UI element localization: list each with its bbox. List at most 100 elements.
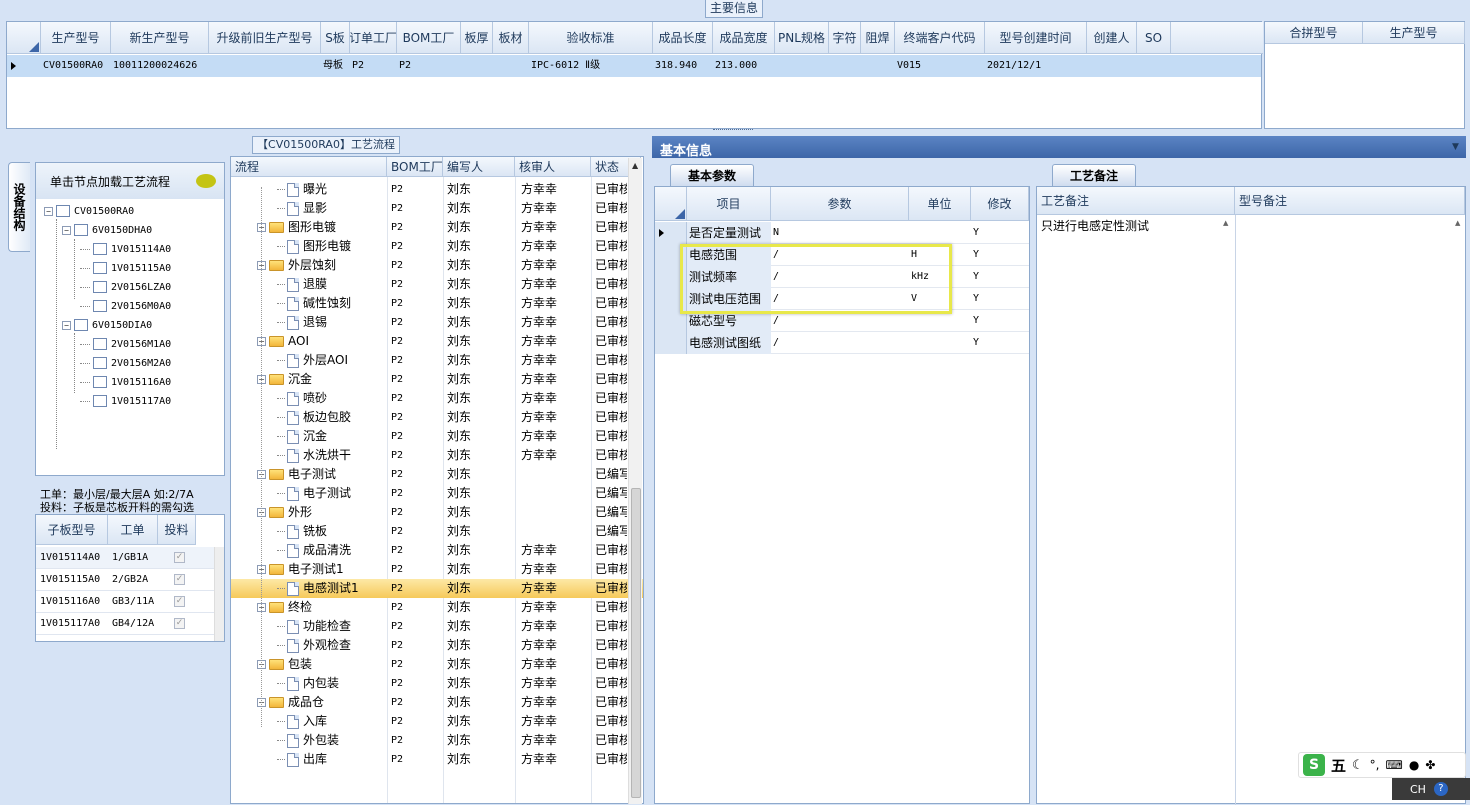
- flow-row[interactable]: 喷砂 P2 刘东 方幸幸 已审核: [231, 389, 643, 408]
- flow-step-name[interactable]: 成品清洗: [303, 543, 351, 557]
- keyboard-icon[interactable]: ⌨: [1386, 758, 1403, 772]
- tree-node-label[interactable]: 1V015117A0: [111, 396, 171, 407]
- grid-icon[interactable]: ✤: [1425, 758, 1435, 772]
- top-cell-4[interactable]: P2: [352, 56, 395, 76]
- splitter-grip[interactable]: [713, 129, 753, 133]
- flow-row[interactable]: 水洗烘干 P2 刘东 方幸幸 已审核: [231, 446, 643, 465]
- flow-step-name[interactable]: 图形电镀: [303, 239, 351, 253]
- tree-node[interactable]: 2V0156LZA0: [80, 279, 171, 297]
- flow-step-name[interactable]: 喷砂: [303, 391, 327, 405]
- sub-model[interactable]: 1V015114A0: [40, 547, 108, 569]
- top-cell-14[interactable]: V015: [897, 56, 983, 76]
- tree-node-label[interactable]: 6V0150DIA0: [92, 320, 152, 331]
- top-cell-8[interactable]: IPC-6012 Ⅱ级: [531, 56, 651, 76]
- flow-row[interactable]: 铣板 P2 刘东 已编写: [231, 522, 643, 541]
- flow-row[interactable]: 图形电镀 P2 刘东 方幸幸 已审核: [231, 237, 643, 256]
- top-data-row[interactable]: CV01500RA0 10011200024626 母板 P2 P2 IPC-6012 Ⅱ…: [7, 55, 1261, 77]
- flow-step[interactable]: 板边包胶: [277, 408, 351, 427]
- feed-checkbox[interactable]: ✓: [174, 552, 185, 563]
- tree-node[interactable]: 2V0156M2A0: [80, 355, 171, 373]
- merge-col-2[interactable]: 生产型号: [1363, 22, 1465, 44]
- flow-step[interactable]: 外包装: [277, 731, 339, 750]
- feed-checkbox[interactable]: ✓: [174, 596, 185, 607]
- ime-toolbar[interactable]: S 五 ☾ °, ⌨ ● ✤: [1298, 752, 1466, 778]
- top-col-13[interactable]: 阻焊: [861, 22, 895, 54]
- flow-row[interactable]: −成品仓 P2 刘东 方幸幸 已审核: [231, 693, 643, 712]
- flow-step[interactable]: 电感测试1: [277, 579, 359, 598]
- moon-icon[interactable]: ☾: [1352, 758, 1364, 773]
- scroll-thumb[interactable]: [631, 488, 641, 798]
- flow-step-name[interactable]: 退锡: [303, 315, 327, 329]
- flow-step-name[interactable]: 外包装: [303, 733, 339, 747]
- flow-step[interactable]: − 电子测试1: [257, 560, 344, 579]
- flow-step-name[interactable]: 外观检查: [303, 638, 351, 652]
- flow-row[interactable]: 功能检查 P2 刘东 方幸幸 已审核: [231, 617, 643, 636]
- flow-step[interactable]: − 成品仓: [257, 693, 324, 712]
- sub-order[interactable]: GB4/12A: [112, 613, 160, 635]
- flow-step-name[interactable]: 出库: [303, 752, 327, 766]
- tree-node[interactable]: 1V015114A0: [80, 241, 171, 259]
- flow-step[interactable]: − 电子测试: [257, 465, 336, 484]
- flow-step-name[interactable]: 板边包胶: [303, 410, 351, 424]
- top-col-15[interactable]: 型号创建时间: [985, 22, 1087, 54]
- flow-row[interactable]: −外层蚀刻 P2 刘东 方幸幸 已审核: [231, 256, 643, 275]
- expand-toggle-icon[interactable]: −: [62, 320, 71, 330]
- flow-step[interactable]: − 沉金: [257, 370, 312, 389]
- flow-step[interactable]: 电子测试: [277, 484, 351, 503]
- sub-col-0[interactable]: 子板型号: [36, 515, 108, 545]
- tree-node-label[interactable]: 1V015114A0: [111, 244, 171, 255]
- flow-row[interactable]: 电子测试 P2 刘东 已编写: [231, 484, 643, 503]
- top-cell-3[interactable]: 母板: [323, 56, 348, 76]
- flow-step[interactable]: 外层AOI: [277, 351, 348, 370]
- param-param[interactable]: N: [773, 223, 907, 243]
- tree-node[interactable]: − 6V0150DHA0: [62, 222, 152, 240]
- flow-row[interactable]: −AOI P2 刘东 方幸幸 已审核: [231, 332, 643, 351]
- param-mod[interactable]: Y: [973, 311, 1027, 331]
- tree-node-label[interactable]: CV01500RA0: [74, 206, 134, 217]
- top-col-0[interactable]: 生产型号: [41, 22, 111, 54]
- flow-row[interactable]: 内包装 P2 刘东 方幸幸 已审核: [231, 674, 643, 693]
- user-icon[interactable]: ●: [1409, 758, 1419, 772]
- flow-row[interactable]: −电子测试 P2 刘东 已编写: [231, 465, 643, 484]
- top-cell-5[interactable]: P2: [399, 56, 459, 76]
- help-icon[interactable]: ?: [1433, 782, 1448, 796]
- flow-step[interactable]: 功能检查: [277, 617, 351, 636]
- param-mod[interactable]: Y: [973, 333, 1027, 353]
- param-col-3[interactable]: 修改: [971, 187, 1029, 221]
- flow-row[interactable]: 外包装 P2 刘东 方幸幸 已审核: [231, 731, 643, 750]
- flow-step[interactable]: − 图形电镀: [257, 218, 336, 237]
- tree-node[interactable]: 1V015115A0: [80, 260, 171, 278]
- flow-row[interactable]: 显影 P2 刘东 方幸幸 已审核: [231, 199, 643, 218]
- param-param[interactable]: /: [773, 311, 907, 331]
- flow-step-name[interactable]: 水洗烘干: [303, 448, 351, 462]
- flow-row[interactable]: 板边包胶 P2 刘东 方幸幸 已审核: [231, 408, 643, 427]
- flow-step-name[interactable]: 铣板: [303, 524, 327, 538]
- feed-checkbox[interactable]: ✓: [174, 618, 185, 629]
- sub-row[interactable]: 1V015117A0 GB4/12A ✓: [36, 613, 224, 635]
- flow-step-name[interactable]: 外层蚀刻: [288, 258, 336, 272]
- flow-step-name[interactable]: 内包装: [303, 676, 339, 690]
- tree-node[interactable]: − 6V0150DIA0: [62, 317, 152, 335]
- merge-col-1[interactable]: 合拼型号: [1265, 22, 1363, 44]
- flow-row[interactable]: 沉金 P2 刘东 方幸幸 已审核: [231, 427, 643, 446]
- sub-col-2[interactable]: 投料: [158, 515, 196, 545]
- param-mod[interactable]: Y: [973, 245, 1027, 265]
- sub-order[interactable]: 1/GB1A: [112, 547, 160, 569]
- flow-row[interactable]: 成品清洗 P2 刘东 方幸幸 已审核: [231, 541, 643, 560]
- flow-step-name[interactable]: 功能检查: [303, 619, 351, 633]
- flow-step-name[interactable]: 包装: [288, 657, 312, 671]
- tree-node[interactable]: 1V015117A0: [80, 393, 171, 411]
- flow-row[interactable]: −外形 P2 刘东 已编写: [231, 503, 643, 522]
- flow-row[interactable]: −终检 P2 刘东 方幸幸 已审核: [231, 598, 643, 617]
- flow-step[interactable]: 显影: [277, 199, 327, 218]
- flow-step-name[interactable]: 电感测试1: [303, 581, 359, 595]
- collapse-arrow-icon[interactable]: ▼: [1452, 142, 1459, 152]
- param-mod[interactable]: Y: [973, 289, 1027, 309]
- flow-step[interactable]: − 终检: [257, 598, 312, 617]
- flow-step[interactable]: 成品清洗: [277, 541, 351, 560]
- flow-step[interactable]: 铣板: [277, 522, 327, 541]
- top-col-12[interactable]: 字符: [829, 22, 861, 54]
- expand-toggle-icon[interactable]: −: [44, 206, 53, 216]
- tree-node[interactable]: 2V0156M0A0: [80, 298, 171, 316]
- flow-step-name[interactable]: 图形电镀: [288, 220, 336, 234]
